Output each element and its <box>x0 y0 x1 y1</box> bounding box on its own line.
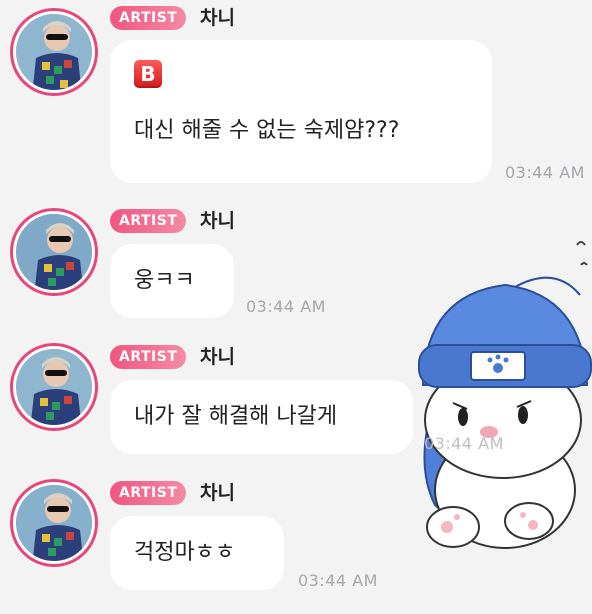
message-text: 걱정마ㅎㅎ <box>134 540 236 565</box>
avatar[interactable] <box>10 208 98 296</box>
sender-name[interactable]: 차니 <box>200 345 235 369</box>
avatar-photo <box>16 214 92 290</box>
avatar[interactable] <box>10 8 98 96</box>
message-text: 웅ㅋㅋ <box>134 268 195 293</box>
avatar-photo <box>16 14 92 90</box>
message-bubble[interactable]: B 대신 해줄 수 없는 숙제얌??? <box>110 40 492 183</box>
avatar-photo <box>16 349 92 425</box>
message-bubble[interactable]: 걱정마ㅎㅎ <box>110 516 284 590</box>
sender-name[interactable]: 차니 <box>200 209 235 233</box>
timestamp: 03:44 AM <box>246 297 326 316</box>
bunny-in-blue-beanie-sticker[interactable] <box>405 235 592 565</box>
sender-name[interactable]: 차니 <box>200 481 235 505</box>
message-bubble[interactable]: 내가 잘 해결해 나갈게 <box>110 380 413 454</box>
sender-name[interactable]: 차니 <box>200 6 235 30</box>
artist-badge: ARTIST <box>110 209 187 233</box>
avatar-photo <box>16 485 92 561</box>
timestamp: 03:44 AM <box>424 434 504 453</box>
timestamp: 03:44 AM <box>505 163 585 182</box>
artist-badge: ARTIST <box>110 6 187 30</box>
message-text: 대신 해줄 수 없는 숙제얌??? <box>134 118 400 143</box>
message-bubble[interactable]: 웅ㅋㅋ <box>110 244 234 318</box>
timestamp: 03:44 AM <box>298 571 378 590</box>
artist-badge: ARTIST <box>110 345 187 369</box>
artist-badge: ARTIST <box>110 481 187 505</box>
avatar[interactable] <box>10 343 98 431</box>
b-button-icon: B <box>134 60 468 88</box>
avatar[interactable] <box>10 479 98 567</box>
message-text: 내가 잘 해결해 나갈게 <box>134 404 338 429</box>
